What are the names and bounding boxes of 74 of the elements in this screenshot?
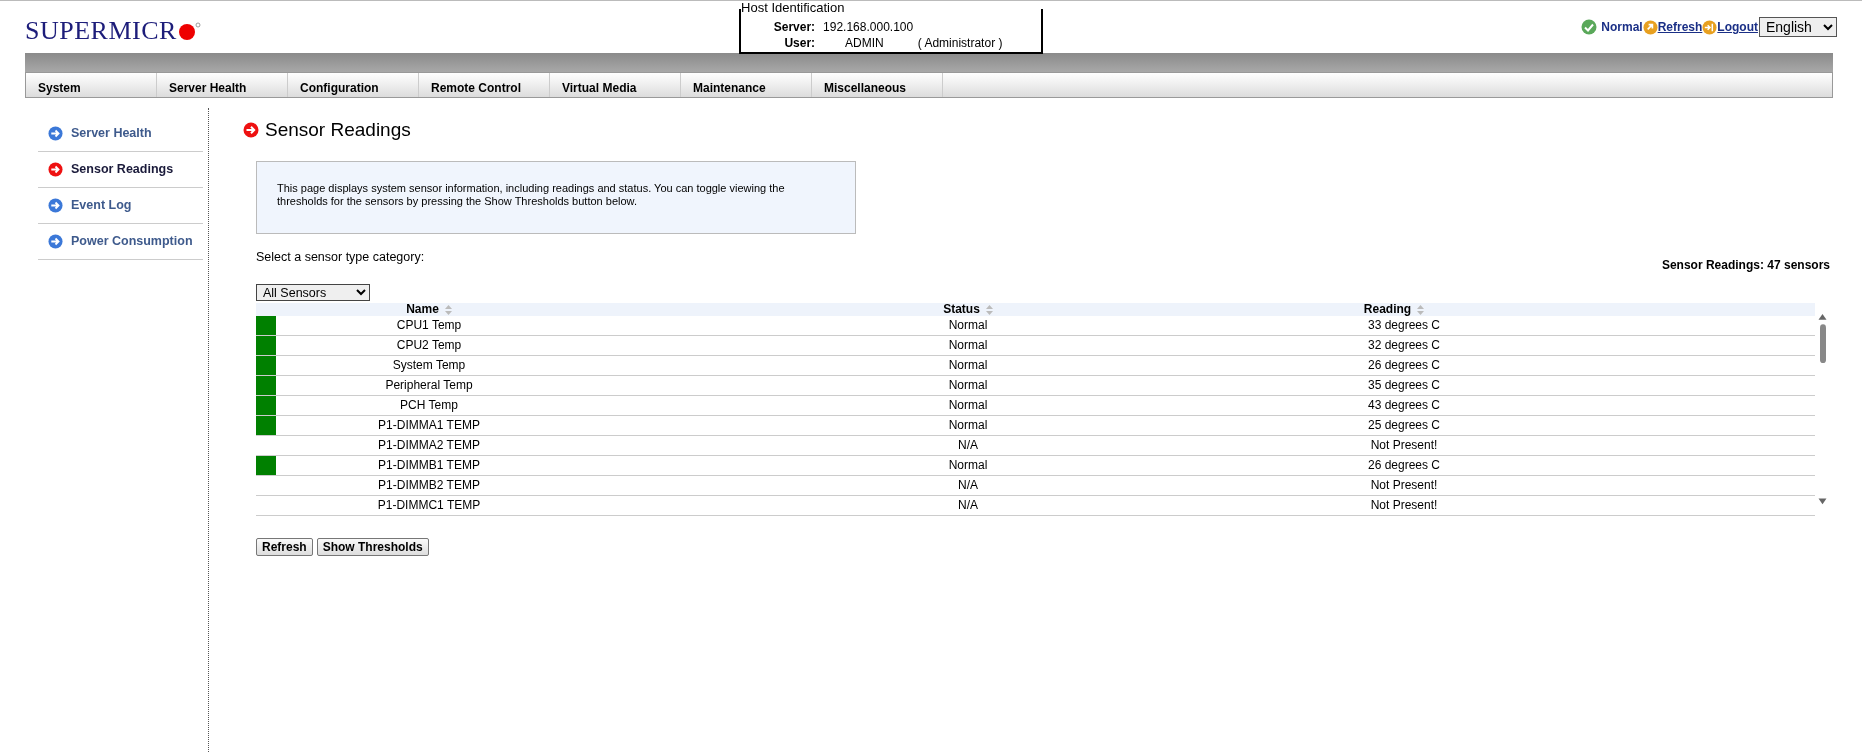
refresh-button[interactable]: Refresh (256, 537, 313, 556)
table-cell-text: N/A (958, 476, 978, 494)
table-cell-text: Normal (948, 376, 988, 394)
table-cell-text: Normal (948, 416, 988, 434)
table-cell-text: 33 degrees C (1367, 316, 1440, 334)
table-cell-text: Not Present! (1370, 476, 1438, 494)
table-cell-text: 26 degrees C (1367, 356, 1440, 374)
table-cell-text: Normal (948, 336, 988, 354)
arrow-right-icon (48, 234, 63, 249)
column-header[interactable]: Name (406, 302, 439, 316)
sidebar-item[interactable]: Server Health (38, 116, 203, 152)
table-cell-text: P1-DIMMA2 TEMP (378, 436, 480, 454)
table-cell-text: P1-DIMMA1 TEMP (378, 416, 480, 434)
sort-icon[interactable] (985, 304, 993, 315)
sort-icon[interactable] (444, 304, 452, 315)
table-cell-text: P1-DIMMC1 TEMP (377, 496, 481, 514)
table-cell-text: N/A (958, 496, 978, 514)
menu-item[interactable]: Remote Control (419, 73, 550, 97)
field-label: Server: (772, 19, 816, 35)
menu-item[interactable]: Miscellaneous (812, 73, 943, 97)
table-cell-text: P1-DIMMB1 TEMP (378, 456, 480, 474)
field-label: User: (783, 35, 816, 51)
table-cell-text: 43 degrees C (1367, 396, 1440, 414)
refresh-link[interactable]: Refresh (1657, 18, 1703, 36)
sort-icon[interactable] (1417, 304, 1425, 315)
refresh-icon[interactable] (1642, 19, 1658, 35)
table-cell-text: Not Present! (1370, 436, 1438, 454)
table-cell-text: 25 degrees C (1367, 416, 1440, 434)
table-cell-text: System Temp (392, 356, 466, 374)
logout-icon[interactable] (1702, 19, 1718, 35)
logo-dot-icon (176, 19, 201, 42)
page-title: Sensor Readings (265, 118, 411, 142)
table-cell-text: Normal (948, 396, 988, 414)
menu-item[interactable]: Maintenance (681, 73, 812, 97)
table-cell-text: P1-DIMMB2 TEMP (378, 476, 480, 494)
table-cell-text: Not Present! (1370, 496, 1438, 514)
user-name: ADMIN (845, 35, 884, 51)
table-cell-text: 32 degrees C (1367, 336, 1440, 354)
server-address: 192.168.000.100 (823, 19, 914, 35)
category-select[interactable]: All Sensors (256, 283, 370, 301)
host-identification-legend: Host Identification (741, 1, 847, 15)
sidebar-item[interactable]: Sensor Readings (38, 152, 203, 188)
show-thresholds-button[interactable]: Show Thresholds (316, 537, 429, 556)
description-text: This page displays system sensor information, including readings and status. You can toggle viewing the thresholds for the sensors by pressing the Show Thresholds button below. (256, 160, 856, 234)
menu-item[interactable]: Configuration (288, 73, 419, 97)
table-cell-text: 26 degrees C (1367, 456, 1440, 474)
logo-text: SUPERMICR (25, 15, 177, 47)
category-label: Select a sensor type category: (256, 248, 425, 266)
table-cell-text: PCH Temp (400, 396, 458, 414)
table-cell-text: CPU2 Temp (396, 336, 462, 354)
table-cell-text: 35 degrees C (1367, 376, 1440, 394)
table-cell-text: CPU1 Temp (396, 316, 462, 334)
column-header[interactable]: Status (943, 302, 980, 316)
sidebar-item[interactable]: Power Consumption (38, 224, 203, 260)
sidebar-item[interactable]: Event Log (38, 188, 203, 224)
arrow-right-icon (48, 126, 63, 141)
menu-item[interactable]: Virtual Media (550, 73, 681, 97)
check-icon (1581, 19, 1598, 35)
menu-item[interactable]: Server Health (157, 73, 288, 97)
table-cell-text: N/A (958, 436, 978, 454)
menu-item[interactable]: System (26, 73, 157, 97)
arrow-right-icon (243, 122, 259, 139)
table-cell-text: Normal (948, 456, 988, 474)
arrow-right-icon (48, 198, 63, 213)
table-cell-text: Normal (948, 356, 988, 374)
user-role: ( Administrator ) (917, 35, 1003, 51)
arrow-right-icon (48, 162, 63, 177)
language-select[interactable]: English (1759, 17, 1837, 37)
status-text: Normal (1601, 19, 1643, 36)
column-header[interactable]: Reading (1363, 302, 1412, 316)
logout-link[interactable]: Logout (1717, 18, 1758, 36)
table-cell-text: Peripheral Temp (385, 376, 473, 394)
sensor-count: Sensor Readings: 47 sensors (1661, 256, 1830, 274)
table-cell-text: Normal (948, 316, 988, 334)
